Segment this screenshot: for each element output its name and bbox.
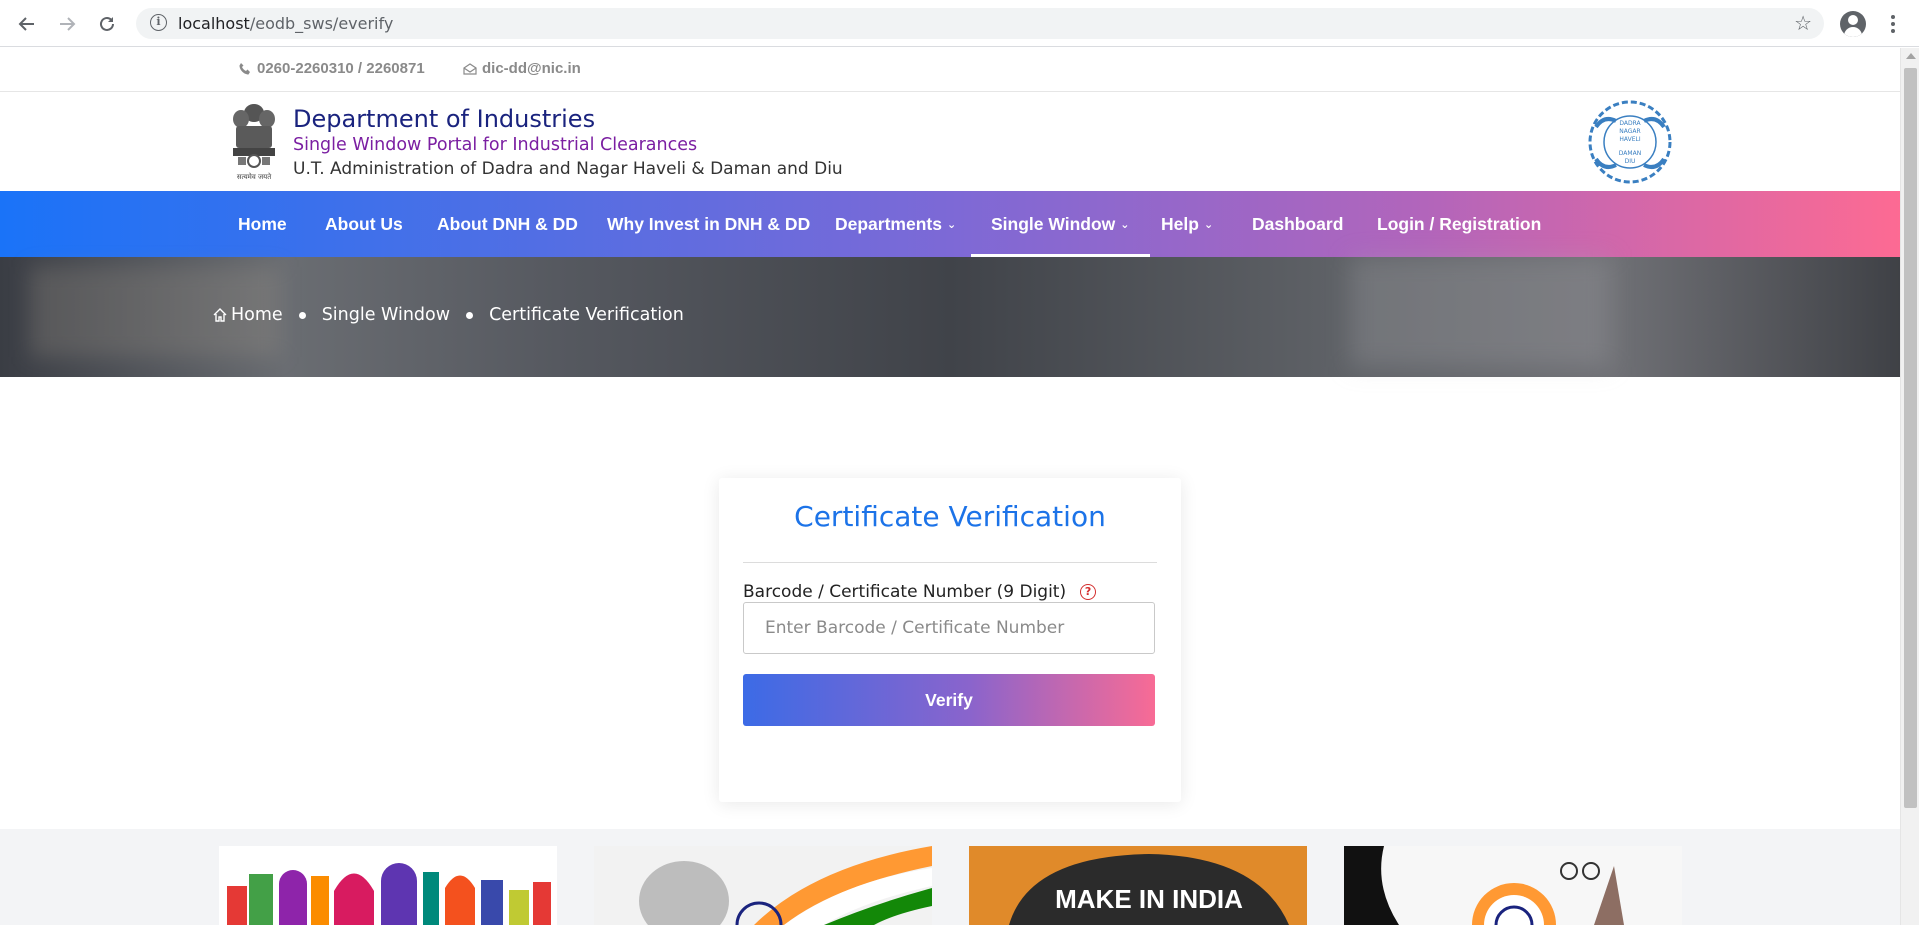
swachh-bharat-banner[interactable]	[594, 846, 932, 925]
ut-seal-logo[interactable]: DADRA NAGAR HAVELI DAMAN DIU	[1578, 97, 1682, 187]
nav-login-registration[interactable]: Login / Registration	[1377, 191, 1541, 257]
title-divider	[743, 562, 1157, 563]
seal-line-1: DADRA	[1619, 120, 1641, 127]
seal-line-5: DIU	[1625, 158, 1636, 165]
bookmark-star-icon[interactable]: ☆	[1794, 11, 1812, 36]
breadcrumb-separator	[298, 311, 306, 319]
portal-subtitle: Single Window Portal for Industrial Clea…	[293, 135, 698, 155]
home-icon	[213, 308, 227, 322]
barcode-label-text: Barcode / Certificate Number (9 Digit)	[743, 582, 1067, 602]
department-title: Department of Industries	[293, 105, 596, 133]
page-hero-banner: Home Single Window Certificate Verificat…	[0, 257, 1900, 377]
profile-avatar-icon[interactable]	[1840, 11, 1866, 37]
national-emblem-logo[interactable]: सत्यमेव जयते	[228, 99, 280, 185]
seal-line-2: NAGAR	[1619, 128, 1640, 135]
scrollbar-thumb[interactable]	[1904, 68, 1917, 808]
nav-why-invest[interactable]: Why Invest in DNH & DD	[607, 191, 810, 257]
chevron-down-icon: ⌄	[1203, 219, 1214, 231]
scroll-up-icon[interactable]	[1906, 53, 1916, 59]
back-icon[interactable]	[14, 11, 40, 37]
nav-help[interactable]: Help ⌄	[1161, 191, 1213, 257]
phone-contact: 0260-2260310 / 2260871	[238, 60, 425, 77]
barcode-label: Barcode / Certificate Number (9 Digit) ?	[743, 582, 1097, 602]
email-contact[interactable]: dic-dd@nic.in	[463, 60, 581, 77]
form-title: Certificate Verification	[794, 500, 1106, 533]
reload-icon[interactable]	[94, 11, 120, 37]
url-text[interactable]: localhost/eodb_sws/everify	[178, 14, 393, 33]
verify-button[interactable]: Verify	[743, 674, 1155, 726]
page: 0260-2260310 / 2260871 dic-dd@nic.in सत्…	[0, 48, 1900, 925]
main-navbar: Home About Us About DNH & DD Why Invest …	[0, 191, 1900, 257]
header-titles: Department of Industries Single Window P…	[293, 105, 843, 181]
administration-text: U.T. Administration of Dadra and Nagar H…	[293, 159, 843, 179]
nav-dashboard[interactable]: Dashboard	[1252, 191, 1343, 257]
heritage-skyline-banner[interactable]	[219, 846, 557, 925]
site-info-icon[interactable]: i	[150, 14, 167, 31]
site-header: सत्यमेव जयते Department of Industries Si…	[0, 93, 1900, 191]
breadcrumb-separator	[466, 311, 474, 319]
nav-about-dnh-dd[interactable]: About DNH & DD	[437, 191, 578, 257]
nav-home[interactable]: Home	[238, 191, 287, 257]
breadcrumb: Home Single Window Certificate Verificat…	[212, 305, 684, 325]
breadcrumb-single-window[interactable]: Single Window	[322, 305, 450, 325]
browser-menu-icon[interactable]	[1890, 12, 1896, 36]
phone-icon	[239, 62, 250, 74]
nav-departments[interactable]: Departments ⌄	[835, 191, 956, 257]
breadcrumb-home[interactable]: Home	[231, 305, 283, 325]
page-scrollbar[interactable]	[1900, 48, 1919, 925]
banner-strip: MAKE IN INDIA	[0, 829, 1900, 925]
nav-about-us[interactable]: About Us	[325, 191, 403, 257]
chevron-down-icon: ⌄	[1120, 219, 1130, 231]
make-in-india-text: MAKE IN INDIA	[1055, 884, 1243, 914]
address-bar[interactable]: i localhost/eodb_sws/everify ☆	[136, 8, 1824, 39]
nav-single-window[interactable]: Single Window ⌄	[971, 191, 1149, 257]
phone-number: 0260-2260310 / 2260871	[257, 60, 425, 77]
certificate-verification-card: Certificate Verification Barcode / Certi…	[719, 478, 1181, 802]
help-icon[interactable]: ?	[1080, 584, 1097, 600]
seal-line-4: DAMAN	[1619, 150, 1641, 157]
contact-bar: 0260-2260310 / 2260871 dic-dd@nic.in	[0, 48, 1900, 92]
seal-line-3: HAVELI	[1619, 136, 1640, 143]
email-address[interactable]: dic-dd@nic.in	[482, 60, 581, 77]
barcode-input[interactable]	[743, 602, 1155, 654]
make-in-india-banner[interactable]: MAKE IN INDIA	[969, 846, 1307, 925]
emblem-caption: सत्यमेव जयते	[237, 172, 272, 181]
breadcrumb-current: Certificate Verification	[489, 305, 684, 325]
envelope-icon	[463, 62, 477, 75]
forward-icon[interactable]	[54, 11, 80, 37]
chevron-down-icon: ⌄	[946, 219, 957, 231]
clean-india-banner[interactable]	[1344, 846, 1682, 925]
browser-toolbar: i localhost/eodb_sws/everify ☆	[0, 0, 1919, 47]
